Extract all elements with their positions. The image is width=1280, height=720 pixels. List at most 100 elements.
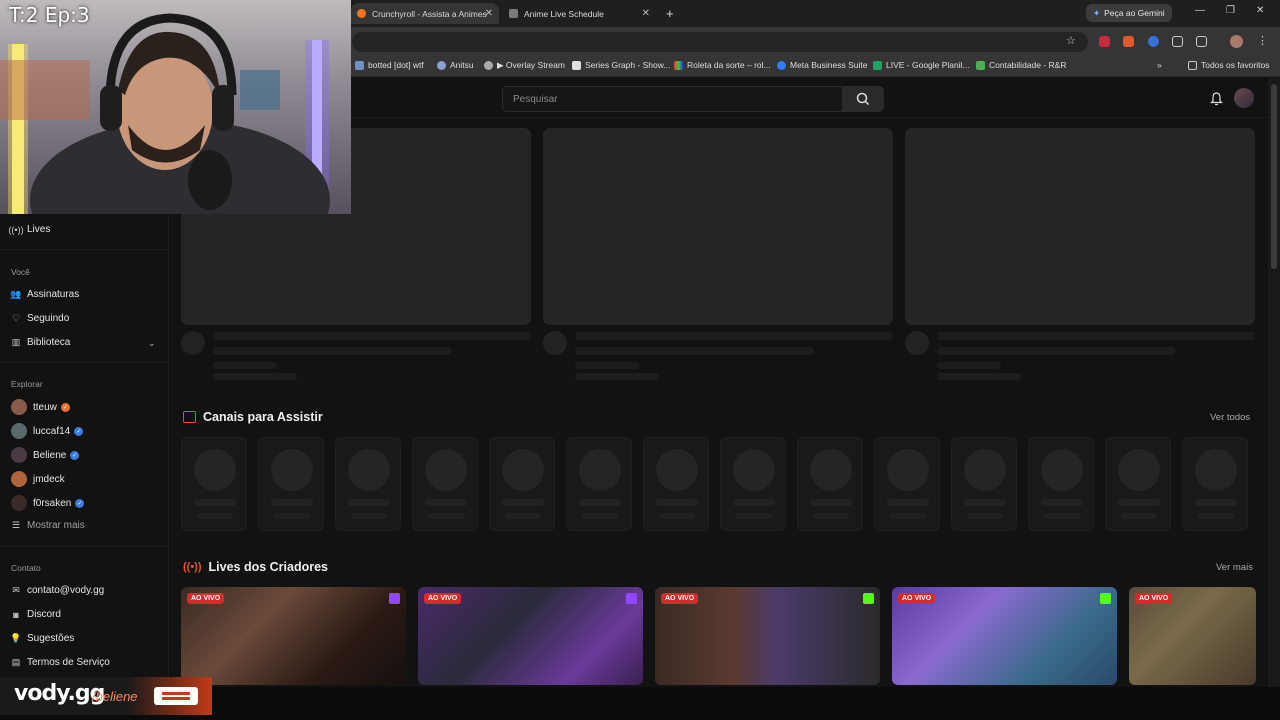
new-tab-button[interactable]: + (660, 3, 674, 24)
bookmark-google-sheet[interactable]: LIVE - Google Planil... (873, 60, 970, 70)
scrollbar-thumb[interactable] (1271, 84, 1277, 269)
webcam-overlay: T:2 Ep:3 (0, 0, 351, 214)
section-title-canais: Canais para Assistir (183, 410, 323, 424)
channel-card-skeleton[interactable] (489, 437, 555, 531)
show-more-button[interactable]: ☰ Mostrar mais (11, 520, 85, 531)
see-more-link[interactable]: Ver mais (1216, 562, 1253, 573)
episode-label: T:2 Ep:3 (9, 3, 90, 27)
channel-card-skeleton[interactable] (720, 437, 786, 531)
close-icon[interactable]: ✕ (642, 8, 650, 19)
channel-card-skeleton[interactable] (1182, 437, 1248, 531)
close-icon[interactable]: ✕ (485, 8, 493, 19)
channel-item-luccaf14[interactable]: luccaf14 ✓ (11, 423, 84, 439)
meta-icon (777, 60, 786, 70)
heart-icon: ♡ (11, 313, 21, 323)
channel-card-skeleton[interactable] (1028, 437, 1094, 531)
featured-card-skeleton[interactable] (543, 128, 893, 325)
omnibox[interactable] (352, 32, 1088, 52)
chevron-down-icon[interactable]: ⌄ (148, 338, 156, 349)
broadcast-icon: ((•)) (8, 224, 24, 235)
divider (0, 546, 169, 547)
bookmark-botted[interactable]: botted [dot] wtf (355, 60, 424, 70)
text-skeleton (937, 362, 1001, 369)
extension-icon[interactable] (1148, 36, 1159, 47)
bookmark-roleta[interactable]: Roleta da sorte – rol... (674, 60, 771, 70)
channel-card-skeleton[interactable] (643, 437, 709, 531)
bookmarks-overflow[interactable]: » (1157, 60, 1162, 70)
avatar-skeleton (905, 331, 929, 355)
live-card[interactable]: AO VIVO (181, 587, 406, 685)
live-card[interactable]: AO VIVO (418, 587, 643, 685)
channel-card-skeleton[interactable] (258, 437, 324, 531)
channel-card-skeleton[interactable] (874, 437, 940, 531)
channel-card-skeleton[interactable] (335, 437, 401, 531)
menu-icon[interactable]: ⋮ (1257, 34, 1268, 47)
channel-card-skeleton[interactable] (412, 437, 478, 531)
sidebar-item-seguindo[interactable]: ♡ Seguindo (11, 313, 69, 324)
bookmark-icon (572, 60, 581, 70)
profile-avatar[interactable] (1230, 35, 1243, 48)
extension-icon[interactable] (1123, 36, 1134, 47)
verified-icon: ✓ (60, 402, 70, 412)
bookmark-anitsu[interactable]: Anitsu (437, 60, 474, 70)
channel-card-skeleton[interactable] (797, 437, 863, 531)
sidebar-item-discord[interactable]: ◙ Discord (11, 609, 61, 620)
section-title-lives: ((•)) Lives dos Criadores (183, 560, 329, 574)
live-badge: AO VIVO (187, 593, 225, 604)
tab-anime-schedule[interactable]: Anime Live Schedule ✕ (503, 3, 656, 24)
sidebar-item-biblioteca[interactable]: ▥ Biblioteca (11, 337, 71, 348)
tab-crunchyroll[interactable]: Crunchyroll - Assista a Animes ✕ (351, 3, 499, 24)
channel-item-tteuw[interactable]: tteuw ✓ (11, 399, 70, 415)
avatar (11, 423, 27, 439)
featured-card-skeleton[interactable] (905, 128, 1255, 325)
maximize-icon[interactable]: ❐ (1226, 5, 1235, 16)
bookmark-contabilidade[interactable]: Contabilidade - R&R (976, 60, 1066, 70)
list-icon: ☰ (11, 520, 21, 530)
sparkle-icon: ✦ (1093, 7, 1101, 18)
channel-item-jmdeck[interactable]: jmdeck (11, 471, 65, 487)
live-card[interactable]: AO VIVO (655, 587, 880, 685)
bookmark-icon (437, 60, 446, 70)
sidepanel-icon[interactable] (1172, 36, 1183, 47)
extensions-puzzle-icon[interactable] (1196, 36, 1207, 47)
brand-logo: vody.gg (14, 681, 105, 706)
sidebar-item-sugestoes[interactable]: 💡 Sugestões (10, 633, 74, 644)
close-window-icon[interactable]: ✕ (1256, 5, 1264, 16)
text-skeleton (213, 373, 297, 380)
channel-card-skeleton[interactable] (181, 437, 247, 531)
bell-icon[interactable] (1210, 92, 1223, 106)
verified-icon: ✓ (74, 426, 84, 436)
sidebar-item-lives[interactable]: ((•)) Lives (8, 224, 50, 235)
search-input[interactable]: Pesquisar (502, 86, 843, 112)
all-bookmarks[interactable]: Todos os favoritos (1188, 60, 1270, 70)
bookmark-series-graph[interactable]: Series Graph - Show... (572, 60, 671, 70)
user-avatar[interactable] (1234, 88, 1254, 108)
channel-card-skeleton[interactable] (566, 437, 632, 531)
text-skeleton (937, 332, 1255, 340)
search-icon (856, 92, 870, 106)
live-card[interactable]: AO VIVO (1129, 587, 1256, 685)
see-all-link[interactable]: Ver todos (1210, 412, 1250, 423)
bookmark-meta[interactable]: Meta Business Suite (777, 60, 867, 70)
search-button[interactable] (843, 86, 884, 112)
sheets-icon (873, 60, 882, 70)
tab-label: Crunchyroll - Assista a Animes (372, 8, 487, 19)
channel-card-skeleton[interactable] (1105, 437, 1171, 531)
minimize-icon[interactable]: — (1195, 5, 1205, 16)
channel-item-beliene[interactable]: Beliene ✓ (11, 447, 80, 463)
streamer-webcam-image (0, 13, 330, 214)
crunchyroll-icon (357, 9, 366, 18)
sidebar-item-termos[interactable]: ▤ Termos de Serviço (11, 657, 110, 668)
channel-card-skeleton[interactable] (951, 437, 1017, 531)
text-skeleton (575, 347, 814, 355)
star-icon[interactable]: ☆ (1066, 34, 1076, 47)
text-skeleton (213, 362, 277, 369)
page-scrollbar[interactable] (1268, 78, 1280, 687)
sidebar-item-assinaturas[interactable]: 👥 Assinaturas (10, 289, 79, 300)
channel-item-f0rsaken[interactable]: f0rsaken ✓ (11, 495, 85, 511)
sidebar-item-email[interactable]: ✉ contato@vody.gg (11, 585, 104, 596)
bookmark-overlay-stream[interactable]: ▶ Overlay Stream (484, 60, 565, 71)
gemini-button[interactable]: ✦ Peça ao Gemini (1086, 4, 1172, 22)
live-card[interactable]: AO VIVO (892, 587, 1117, 685)
extension-icon[interactable] (1099, 36, 1110, 47)
